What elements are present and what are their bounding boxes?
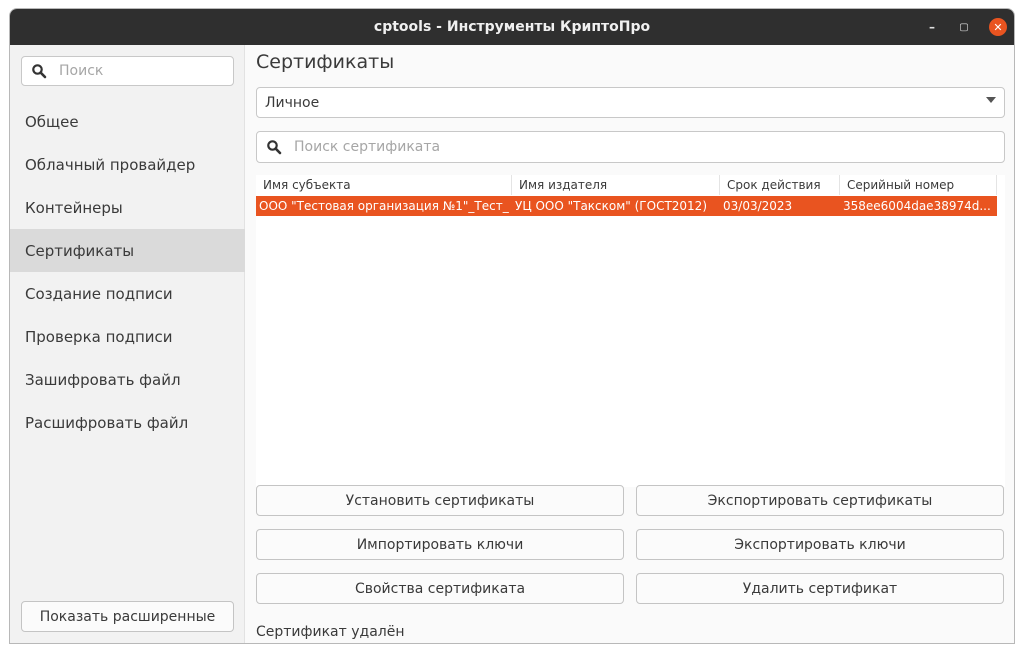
- column-header-subject[interactable]: Имя субъекта: [256, 175, 512, 195]
- title-bar: cptools - Инструменты КриптоПро – ▢ ✕: [10, 9, 1014, 45]
- cell-subject: ООО "Тестовая организация №1"_Тест_: [259, 199, 509, 213]
- main-panel: Сертификаты Личное Поиск сертификата Имя…: [246, 45, 1014, 643]
- sidebar-item-containers[interactable]: Контейнеры: [10, 186, 245, 229]
- import-keys-button[interactable]: Импортировать ключи: [256, 529, 624, 560]
- column-header-issuer[interactable]: Имя издателя: [512, 175, 720, 195]
- table-row[interactable]: ООО "Тестовая организация №1"_Тест_ УЦ О…: [256, 196, 997, 216]
- store-select-value: Личное: [265, 94, 320, 111]
- sidebar-search-placeholder: Поиск: [59, 63, 104, 79]
- column-header-expires[interactable]: Срок действия: [720, 175, 840, 195]
- search-icon: [267, 140, 282, 155]
- table-header: Имя субъекта Имя издателя Срок действия …: [256, 175, 1005, 195]
- search-icon: [32, 64, 47, 79]
- cell-serial: 358ee6004dae38974d...: [843, 199, 991, 213]
- delete-certificate-button[interactable]: Удалить сертификат: [636, 573, 1004, 604]
- page-title: Сертификаты: [256, 51, 395, 73]
- sidebar-item-certificates[interactable]: Сертификаты: [10, 229, 245, 272]
- show-advanced-button[interactable]: Показать расширенные: [21, 601, 234, 632]
- close-button[interactable]: ✕: [989, 18, 1007, 36]
- certificate-search-placeholder: Поиск сертификата: [294, 139, 441, 155]
- certificate-properties-button[interactable]: Свойства сертификата: [256, 573, 624, 604]
- status-message: Сертификат удалён: [256, 624, 405, 640]
- cell-issuer: УЦ ООО "Такском" (ГОСТ2012): [515, 199, 707, 213]
- certificate-search-input[interactable]: Поиск сертификата: [256, 131, 1005, 163]
- maximize-button[interactable]: ▢: [954, 9, 974, 45]
- app-window: cptools - Инструменты КриптоПро – ▢ ✕ По…: [9, 8, 1015, 644]
- cell-expires: 03/03/2023: [723, 199, 793, 213]
- install-certificates-button[interactable]: Установить сертификаты: [256, 485, 624, 516]
- certificates-table: Имя субъекта Имя издателя Срок действия …: [256, 175, 1005, 487]
- chevron-down-icon: [986, 97, 996, 103]
- export-keys-button[interactable]: Экспортировать ключи: [636, 529, 1004, 560]
- window-title: cptools - Инструменты КриптоПро: [373, 19, 651, 35]
- store-select[interactable]: Личное: [256, 87, 1005, 118]
- column-header-serial[interactable]: Серийный номер: [840, 175, 997, 195]
- sidebar: Поиск Общее Облачный провайдер Контейнер…: [10, 45, 245, 643]
- sidebar-item-decrypt-file[interactable]: Расшифровать файл: [10, 401, 245, 444]
- sidebar-item-create-signature[interactable]: Создание подписи: [10, 272, 245, 315]
- sidebar-item-encrypt-file[interactable]: Зашифровать файл: [10, 358, 245, 401]
- export-certificates-button[interactable]: Экспортировать сертификаты: [636, 485, 1004, 516]
- minimize-button[interactable]: –: [922, 9, 942, 45]
- sidebar-item-cloud-provider[interactable]: Облачный провайдер: [10, 143, 245, 186]
- sidebar-item-general[interactable]: Общее: [10, 100, 245, 143]
- sidebar-search-input[interactable]: Поиск: [21, 56, 234, 86]
- sidebar-item-verify-signature[interactable]: Проверка подписи: [10, 315, 245, 358]
